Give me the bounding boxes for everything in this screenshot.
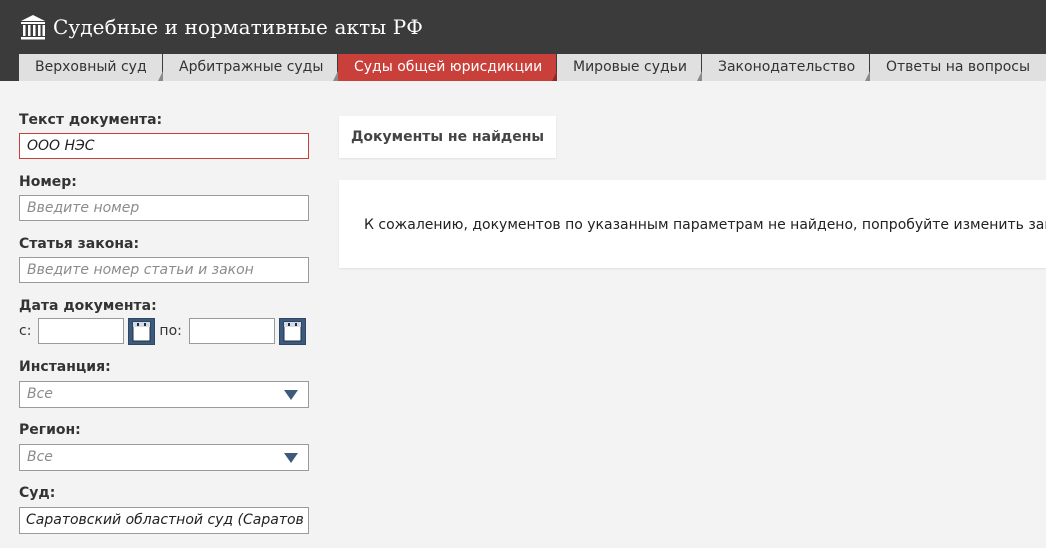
instance-label: Инстанция: — [19, 359, 111, 375]
calendar-icon — [132, 321, 151, 341]
region-label: Регион: — [19, 422, 81, 438]
tab-legislation[interactable]: Законодательство — [702, 54, 870, 81]
tab-supreme-court[interactable]: Верховный суд — [19, 54, 163, 81]
document-text-label: Текст документа: — [19, 112, 163, 128]
search-form: Текст документа: Номер: Статья закона: Д… — [19, 112, 309, 534]
calendar-icon — [283, 321, 302, 341]
results-header: Документы не найдены — [339, 116, 556, 158]
instance-select[interactable]: Все — [19, 381, 309, 408]
site-logo[interactable]: Судебные и нормативные акты РФ — [19, 12, 423, 42]
date-to-calendar-button[interactable] — [278, 317, 306, 345]
tab-label: Мировые судьи — [573, 59, 688, 75]
law-article-label: Статья закона: — [19, 236, 140, 252]
results-message-box: К сожалению, документов по указанным пар… — [339, 180, 1046, 268]
chevron-down-icon — [284, 390, 298, 400]
date-to-input[interactable] — [188, 318, 275, 344]
tab-label: Арбитражные суды — [179, 59, 324, 75]
tab-label: Суды общей юрисдикции — [354, 59, 543, 75]
date-to-label: по: — [159, 323, 182, 339]
results-title: Документы не найдены — [350, 129, 545, 145]
tab-arbitration-courts[interactable]: Арбитражные суды — [163, 54, 338, 81]
court-label: Суд: — [19, 485, 56, 501]
date-range: с: по: — [19, 317, 309, 345]
date-from-input[interactable] — [38, 318, 125, 344]
document-date-label: Дата документа: — [19, 298, 157, 314]
region-select[interactable]: Все — [19, 444, 309, 471]
tab-label: Верховный суд — [35, 59, 147, 75]
date-from-label: с: — [19, 323, 32, 339]
number-input[interactable] — [19, 195, 309, 221]
instance-selected-value: Все — [27, 386, 53, 402]
tab-label: Ответы на вопросы — [886, 59, 1031, 75]
document-text-input[interactable] — [19, 133, 309, 159]
main-nav-tabs: Верховный суд Арбитражные суды Суды обще… — [19, 54, 1046, 81]
court-input[interactable]: Саратовский областной суд (Саратов — [19, 507, 309, 534]
tab-magistrate-judges[interactable]: Мировые судьи — [557, 54, 702, 81]
number-label: Номер: — [19, 174, 77, 190]
chevron-down-icon — [284, 453, 298, 463]
tab-qa[interactable]: Ответы на вопросы — [870, 54, 1046, 81]
site-header: Судебные и нормативные акты РФ Верховный… — [0, 0, 1046, 81]
tab-general-jurisdiction-courts[interactable]: Суды общей юрисдикции — [338, 54, 557, 81]
tab-label: Законодательство — [718, 59, 856, 75]
date-from-calendar-button[interactable] — [128, 317, 156, 345]
site-title: Судебные и нормативные акты РФ — [53, 15, 423, 39]
law-article-input[interactable] — [19, 257, 309, 283]
courthouse-icon — [21, 15, 45, 40]
region-selected-value: Все — [27, 449, 53, 465]
no-results-message: К сожалению, документов по указанным пар… — [364, 217, 1046, 233]
